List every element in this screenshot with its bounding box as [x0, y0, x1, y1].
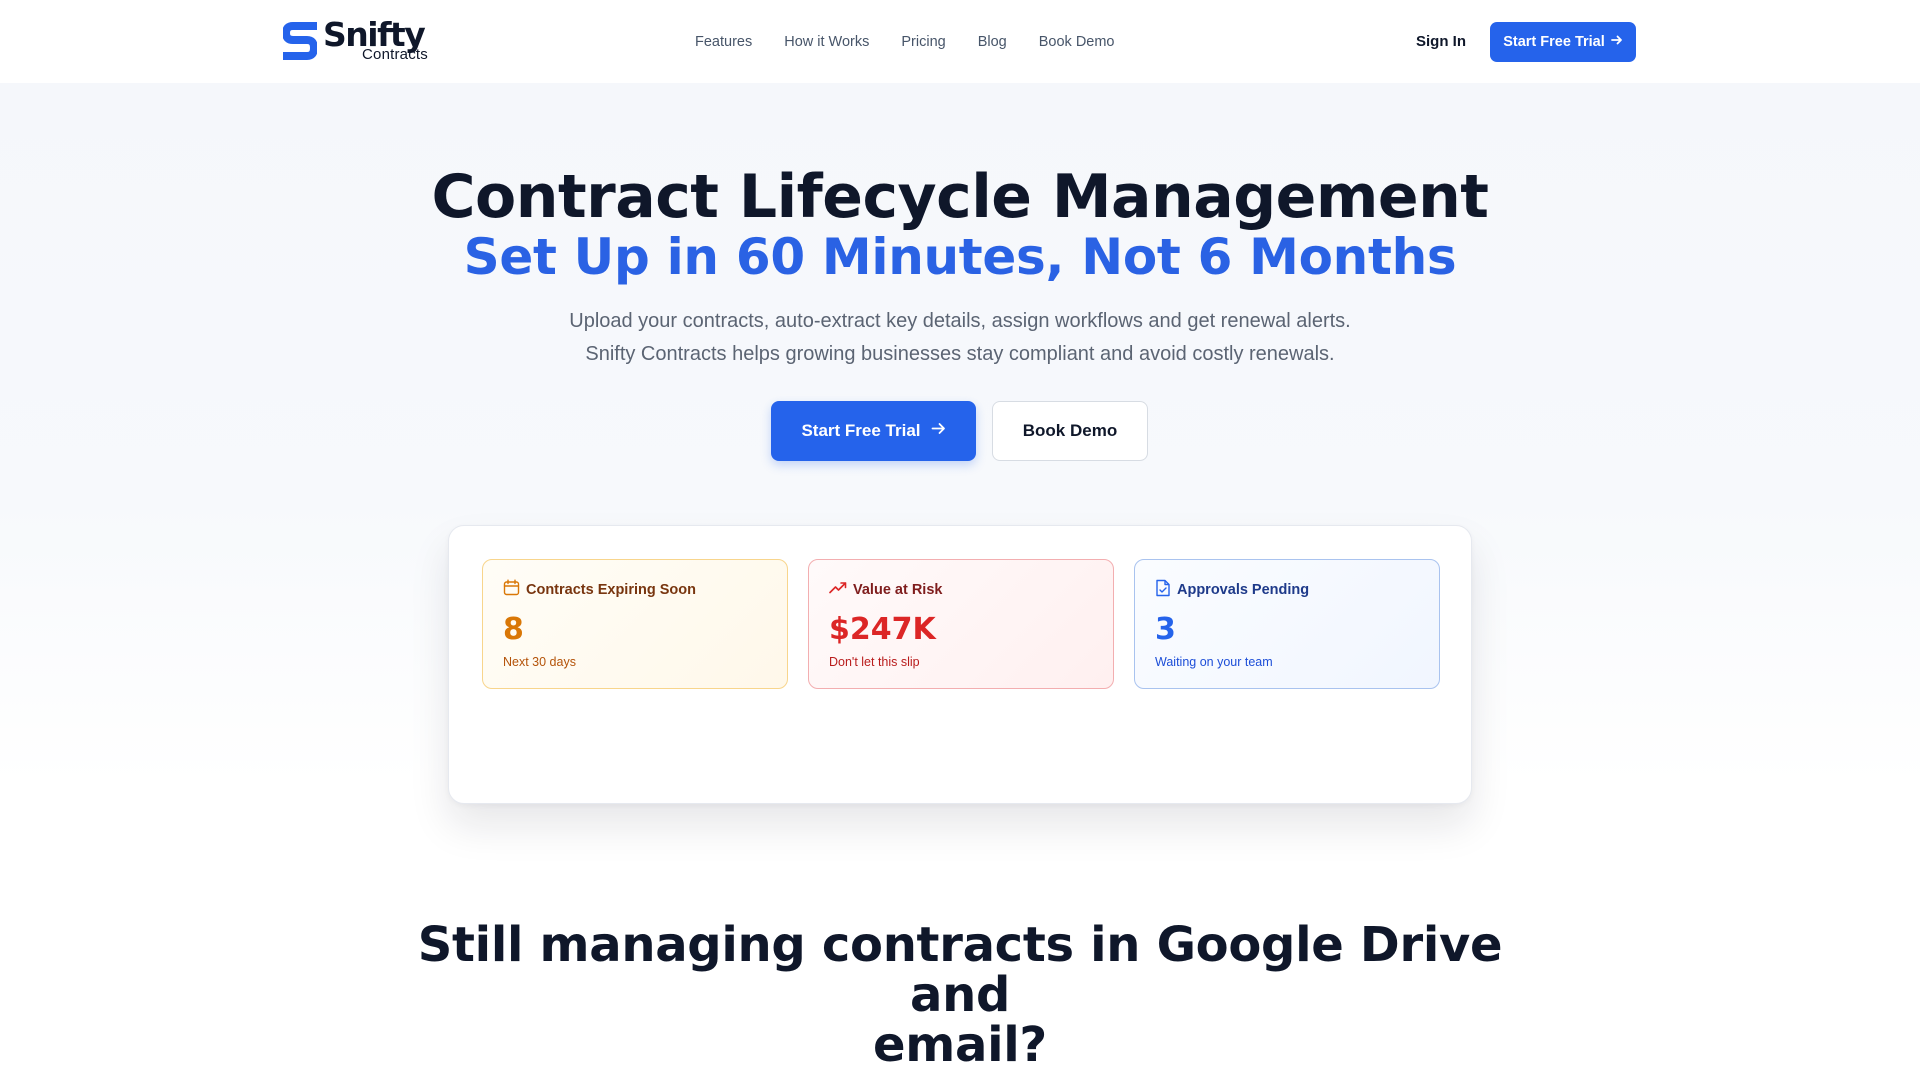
nav-features[interactable]: Features [695, 31, 752, 53]
hero-description-line-2: Snifty Contracts helps growing businesse… [585, 343, 1335, 365]
hero-subtitle: Set Up in 60 Minutes, Not 6 Months [463, 228, 1457, 286]
document-check-icon [1155, 579, 1171, 602]
hero-title: Contract Lifecycle Management [431, 162, 1489, 232]
stat-value: 3 [1155, 612, 1176, 647]
arrow-right-icon [1610, 34, 1623, 50]
section-title-line-1: Still managing contracts in Google Drive… [417, 917, 1503, 1023]
calendar-icon [503, 579, 520, 601]
logo[interactable]: Snifty Contracts [282, 18, 443, 64]
arrow-right-icon [931, 421, 946, 441]
sign-in-link[interactable]: Sign In [1416, 31, 1466, 53]
nav-book-demo[interactable]: Book Demo [1039, 31, 1115, 53]
stat-note: Next 30 days [503, 655, 576, 669]
hero-section: Contract Lifecycle Management Set Up in … [0, 83, 1920, 804]
stat-card-header: Value at Risk [829, 580, 1093, 600]
nav-how-it-works[interactable]: How it Works [784, 31, 869, 53]
stats-panel: Contracts Expiring Soon 8 Next 30 days V… [448, 525, 1472, 804]
stat-card-header: Approvals Pending [1155, 579, 1419, 602]
stat-card-approvals: Approvals Pending 3 Waiting on your team [1134, 559, 1440, 689]
stat-card-header: Contracts Expiring Soon [503, 579, 767, 601]
hero-description-line-1: Upload your contracts, auto-extract key … [569, 310, 1351, 332]
hero-start-trial-label: Start Free Trial [801, 421, 921, 440]
stat-card-value-at-risk: Value at Risk $247K Don't let this slip [808, 559, 1114, 689]
stat-note: Don't let this slip [829, 655, 920, 669]
brand-sub: Contracts [362, 46, 428, 63]
stat-title: Contracts Expiring Soon [526, 582, 696, 598]
stat-title: Value at Risk [853, 582, 943, 598]
hero-book-demo-button[interactable]: Book Demo [992, 401, 1148, 461]
trending-up-icon [829, 581, 847, 600]
header-start-trial-button[interactable]: Start Free Trial [1490, 22, 1636, 62]
header-start-trial-label: Start Free Trial [1503, 34, 1605, 50]
s-logo-icon [282, 22, 318, 62]
stat-card-expiring: Contracts Expiring Soon 8 Next 30 days [482, 559, 788, 689]
logo-wordmark: Snifty Contracts [321, 18, 431, 64]
section-title: Still managing contracts in Google Drive… [360, 920, 1560, 1070]
site-header: Snifty Contracts Features How it Works P… [0, 0, 1920, 83]
stat-title: Approvals Pending [1177, 582, 1310, 598]
main-nav: Features How it Works Pricing Blog Book … [695, 31, 1147, 53]
stat-note: Waiting on your team [1155, 655, 1273, 669]
hero-description: Upload your contracts, auto-extract key … [0, 305, 1920, 371]
stat-value: $247K [829, 612, 936, 647]
nav-pricing[interactable]: Pricing [901, 31, 945, 53]
stat-value: 8 [503, 612, 524, 647]
hero-buttons: Start Free Trial Book Demo [771, 401, 1148, 461]
hero-start-trial-button[interactable]: Start Free Trial [771, 401, 976, 461]
nav-blog[interactable]: Blog [978, 31, 1007, 53]
section-title-line-2: email? [873, 1017, 1047, 1073]
